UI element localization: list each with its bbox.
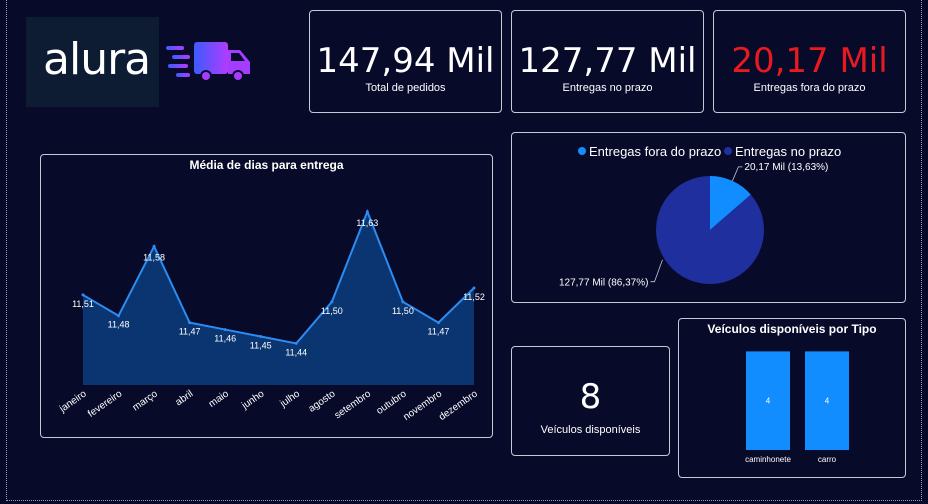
- kpi-entregas-fora-do-prazo: 20,17 Mil Entregas fora do prazo: [713, 10, 906, 113]
- x-tick-label: caminhonete: [745, 455, 791, 464]
- x-tick-label: agosto: [307, 388, 338, 414]
- data-label: 11,51: [72, 299, 94, 309]
- logo-text: alura: [43, 34, 151, 85]
- data-point: [330, 300, 334, 304]
- kpi-value: 20,17 Mil: [731, 41, 888, 81]
- data-point: [188, 321, 192, 325]
- legend-label: Entregas no prazo: [735, 144, 841, 159]
- legend-marker: [578, 147, 586, 155]
- area-fill: [83, 211, 474, 385]
- label-leader: [650, 259, 663, 283]
- kpi-value: 8: [579, 377, 602, 417]
- x-tick-label: fevereiro: [86, 388, 125, 420]
- x-tick-label: dezembro: [437, 388, 480, 423]
- legend-marker: [724, 147, 732, 155]
- slice-label: 20,17 Mil (13,63%): [744, 162, 828, 173]
- x-tick-label: janeiro: [57, 388, 89, 415]
- x-tick-label: maio: [207, 388, 231, 410]
- data-label: 11,48: [108, 320, 130, 330]
- bar-value-label: 4: [766, 397, 771, 406]
- kpi-label: Total de pedidos: [365, 82, 446, 94]
- x-tick-label: carro: [818, 455, 837, 464]
- data-point: [401, 300, 405, 304]
- x-tick-label: abril: [174, 388, 196, 408]
- data-label: 11,58: [143, 252, 165, 262]
- kpi-value: 147,94 Mil: [316, 41, 495, 81]
- data-point: [365, 210, 369, 214]
- data-label: 11,46: [214, 334, 236, 344]
- data-label: 11,50: [321, 306, 343, 316]
- bar-value-label: 4: [825, 397, 830, 406]
- avg-delivery-days-card: Média de dias para entrega 11,51 11,48 11,…: [40, 154, 493, 438]
- data-point: [152, 244, 156, 248]
- data-point: [294, 341, 298, 345]
- data-point: [436, 321, 440, 325]
- alura-logo: alura: [26, 17, 159, 107]
- kpi-label: Entregas fora do prazo: [753, 82, 866, 94]
- slice-label: 127,77 Mil (86,37%): [559, 278, 649, 289]
- x-tick-label: novembro: [401, 388, 444, 423]
- vehicles-by-type-card: Veículos disponíveis por Tipo 4 caminhone…: [678, 318, 906, 478]
- kpi-total-pedidos: 147,94 Mil Total de pedidos: [309, 10, 502, 113]
- data-label: 11,52: [463, 292, 485, 302]
- data-point: [259, 335, 263, 338]
- area-chart: 11,51 11,48 11,58 11,47 11,46 11,45 11,44 11,50…: [57, 209, 485, 423]
- kpi-label: Entregas no prazo: [562, 82, 653, 94]
- kpi-veiculos: 8 Veículos disponíveis: [511, 346, 670, 456]
- data-point: [223, 328, 227, 332]
- delivery-truck-icon: [166, 42, 250, 82]
- x-tick-label: setembro: [333, 388, 374, 421]
- label-leader: [732, 166, 743, 182]
- data-label: 11,45: [250, 341, 272, 351]
- data-point: [472, 286, 476, 290]
- bar-chart: 4 caminhonete 4 carro: [745, 351, 849, 464]
- x-tick-label: junho: [239, 388, 267, 412]
- data-point: [81, 293, 85, 297]
- legend-label: Entregas fora do prazo: [589, 144, 721, 159]
- x-tick-label: julho: [278, 388, 303, 410]
- kpi-value: 127,77 Mil: [518, 41, 697, 81]
- x-tick-label: março: [131, 388, 160, 413]
- pie-chart: Entregas fora do prazo Entregas no prazo 2…: [559, 144, 841, 289]
- pie-chart-card: Entregas fora do prazo Entregas no prazo 2…: [511, 132, 906, 303]
- data-label: 11,50: [392, 306, 414, 316]
- kpi-entregas-no-prazo: 127,77 Mil Entregas no prazo: [511, 10, 704, 113]
- data-label: 11,47: [428, 327, 450, 337]
- data-point: [117, 314, 121, 318]
- kpi-label: Veículos disponíveis: [540, 424, 641, 436]
- data-label: 11,44: [285, 347, 307, 357]
- data-label: 11,63: [356, 218, 378, 228]
- data-label: 11,47: [179, 327, 201, 337]
